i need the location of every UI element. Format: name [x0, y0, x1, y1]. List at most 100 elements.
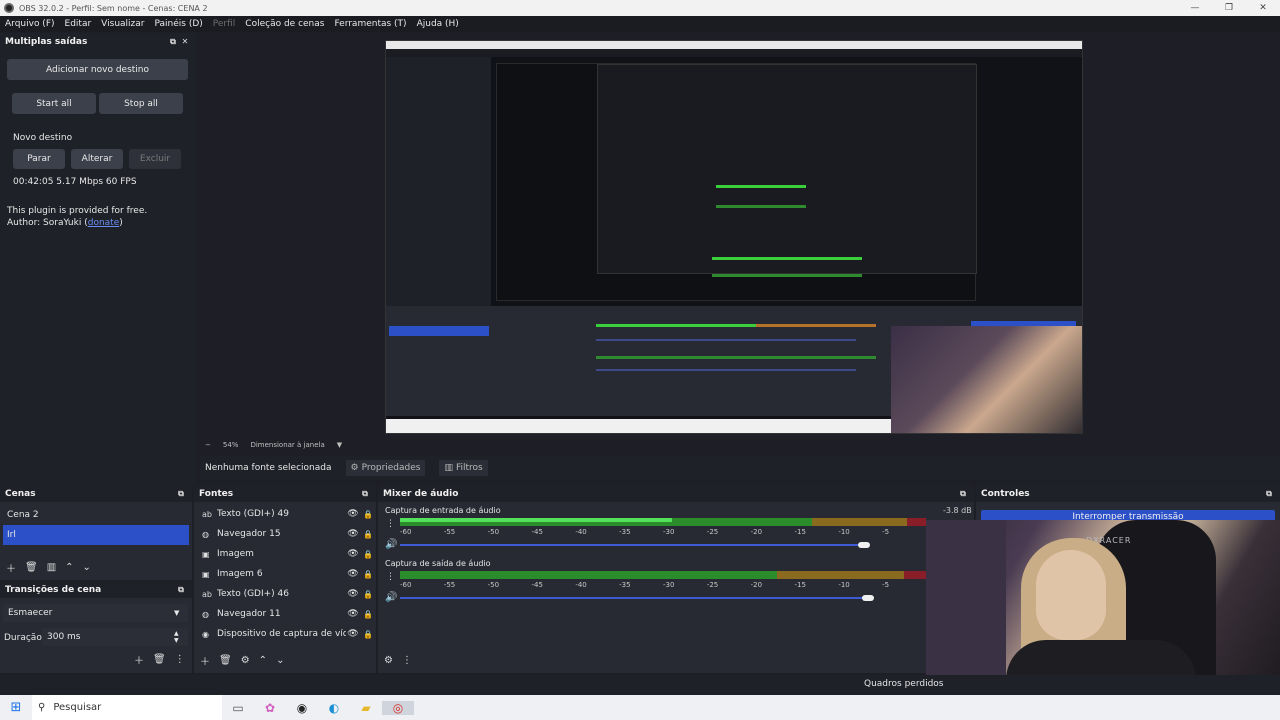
author-suffix: ): [119, 218, 123, 228]
zoom-mode[interactable]: Dimensionar à janela: [250, 441, 324, 449]
eye-icon[interactable]: 👁: [346, 569, 360, 579]
source-item[interactable]: ◍ Navegador 15 👁 🔒: [194, 524, 376, 544]
stop-target-button[interactable]: Parar: [13, 149, 65, 169]
eye-icon[interactable]: 👁: [346, 509, 360, 519]
sources-dock: Fontes ⧉ ab Texto (GDI+) 49 👁 🔒 ◍ Navegador …: [194, 485, 376, 673]
maximize-button[interactable]: ❐: [1212, 3, 1246, 13]
gear-icon[interactable]: ⚙: [241, 655, 250, 666]
menu-help[interactable]: Ajuda (H): [412, 19, 464, 29]
float-icon[interactable]: ⧉: [175, 585, 187, 595]
source-item[interactable]: ◉ Dispositivo de captura de vídeo 👁 🔒: [194, 624, 376, 644]
float-icon[interactable]: ⧉: [359, 489, 371, 499]
zoom-level: 54%: [222, 441, 239, 449]
zoom-out-button[interactable]: −: [205, 441, 211, 449]
add-icon[interactable]: ＋: [134, 652, 144, 667]
menu-edit[interactable]: Editar: [60, 19, 97, 29]
lock-icon[interactable]: 🔒: [360, 510, 376, 519]
scene-item[interactable]: Cena 2: [0, 505, 192, 525]
more-icon[interactable]: ⋮: [386, 572, 395, 582]
menu-scene-collection[interactable]: Coleção de cenas: [240, 19, 329, 29]
menu-docks[interactable]: Painéis (D): [149, 19, 207, 29]
eye-icon[interactable]: 👁: [346, 589, 360, 599]
filter-icon[interactable]: ▥: [47, 562, 56, 573]
trash-icon[interactable]: 🗑: [25, 562, 38, 573]
add-icon[interactable]: ＋: [200, 653, 210, 668]
filters-button[interactable]: ▥ Filtros: [439, 460, 488, 476]
lock-icon[interactable]: 🔒: [360, 630, 376, 639]
speaker-icon[interactable]: 🔊: [385, 539, 397, 550]
channel-db: -3.8 dB: [943, 506, 972, 515]
lock-icon[interactable]: 🔒: [360, 610, 376, 619]
chevron-up-icon[interactable]: ⌃: [259, 655, 267, 666]
edit-target-button[interactable]: Alterar: [71, 149, 123, 169]
properties-button[interactable]: ⚙ Propriedades: [345, 460, 426, 476]
source-item[interactable]: ab Texto (GDI+) 49 👁 🔒: [194, 504, 376, 524]
duration-label: Duração: [4, 633, 42, 643]
source-item[interactable]: ◍ Navegador 11 👁 🔒: [194, 604, 376, 624]
source-item[interactable]: ▣ Imagem 6 👁 🔒: [194, 564, 376, 584]
transition-value: Esmaecer: [8, 608, 53, 618]
spinner-icon[interactable]: ▲ ▼: [174, 630, 188, 644]
dock-title: Fontes: [199, 488, 234, 499]
copilot-icon[interactable]: ✿: [254, 701, 286, 715]
eye-icon[interactable]: 👁: [346, 549, 360, 559]
volume-slider[interactable]: [400, 544, 865, 546]
browser-icon: ◍: [202, 609, 209, 619]
volume-slider[interactable]: [400, 597, 870, 599]
more-icon[interactable]: ⋮: [175, 654, 185, 665]
background-wall: [926, 520, 1006, 694]
task-view-icon[interactable]: ▭: [222, 701, 254, 715]
transition-select[interactable]: Esmaecer ▼: [3, 604, 188, 622]
scene-item-selected[interactable]: Irl: [3, 525, 189, 545]
eye-icon[interactable]: 👁: [346, 609, 360, 619]
float-icon[interactable]: ⧉: [175, 489, 187, 499]
chevron-down-icon[interactable]: ⌄: [276, 655, 284, 666]
meter-tick-label: -45: [531, 581, 543, 589]
nested-meter: [716, 205, 806, 208]
menu-view[interactable]: Visualizar: [96, 19, 149, 29]
chevron-down-icon[interactable]: ▼: [337, 441, 342, 449]
close-window-button[interactable]: ✕: [1246, 3, 1280, 13]
taskbar-search[interactable]: ⚲ Pesquisar: [32, 695, 222, 720]
preview-canvas[interactable]: [385, 40, 1083, 434]
source-item[interactable]: ▣ Imagem 👁 🔒: [194, 544, 376, 564]
float-icon[interactable]: ⧉: [957, 489, 969, 499]
gear-icon[interactable]: ⚙: [384, 655, 393, 666]
volume-slider-knob[interactable]: [862, 595, 874, 601]
add-icon[interactable]: ＋: [6, 560, 16, 575]
menu-file[interactable]: Arquivo (F): [0, 19, 60, 29]
lock-icon[interactable]: 🔒: [360, 550, 376, 559]
lock-icon[interactable]: 🔒: [360, 530, 376, 539]
more-icon[interactable]: ⋮: [386, 519, 395, 529]
lock-icon[interactable]: 🔒: [360, 590, 376, 599]
folder-icon[interactable]: ▰: [350, 701, 382, 715]
speaker-icon[interactable]: 🔊: [385, 592, 397, 603]
menu-tools[interactable]: Ferramentas (T): [329, 19, 411, 29]
float-icon[interactable]: ⧉: [167, 37, 179, 47]
float-icon[interactable]: ⧉: [1263, 489, 1275, 499]
duration-input[interactable]: 300 ms ▲ ▼: [42, 628, 188, 646]
donate-link[interactable]: donate: [88, 218, 120, 228]
lock-icon[interactable]: 🔒: [360, 570, 376, 579]
chevron-up-icon[interactable]: ⌃: [65, 562, 73, 573]
menu-profile[interactable]: Perfil: [208, 19, 241, 29]
eye-icon[interactable]: 👁: [346, 529, 360, 539]
add-target-button[interactable]: Adicionar novo destino: [7, 59, 188, 80]
nested-scene-selected: [389, 326, 489, 336]
edge-icon[interactable]: ◐: [318, 701, 350, 715]
stop-all-button[interactable]: Stop all: [99, 93, 183, 114]
more-icon[interactable]: ⋮: [402, 655, 412, 666]
close-icon[interactable]: ✕: [179, 37, 191, 46]
windows-start-icon[interactable]: ⊞: [0, 700, 32, 715]
chevron-down-icon[interactable]: ⌄: [83, 562, 91, 573]
eye-icon[interactable]: 👁: [346, 629, 360, 639]
source-item[interactable]: ab Texto (GDI+) 46 👁 🔒: [194, 584, 376, 604]
delete-target-button[interactable]: Excluir: [129, 149, 181, 169]
trash-icon[interactable]: 🗑: [153, 654, 166, 665]
volume-slider-knob[interactable]: [858, 542, 870, 548]
chrome-icon[interactable]: ◎: [382, 700, 414, 715]
start-all-button[interactable]: Start all: [12, 93, 96, 114]
trash-icon[interactable]: 🗑: [219, 655, 232, 666]
obs-icon[interactable]: ◉: [286, 701, 318, 715]
minimize-button[interactable]: —: [1178, 3, 1212, 13]
